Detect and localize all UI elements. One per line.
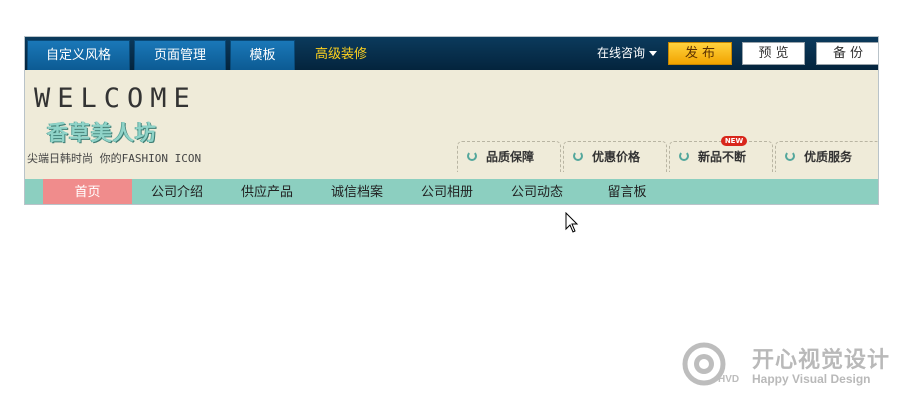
- feature-label: 优惠价格: [592, 150, 641, 164]
- tab-advanced-decoration[interactable]: 高级装修: [301, 40, 381, 70]
- ring-icon: [785, 151, 795, 161]
- nav-item-credit-file[interactable]: 诚信档案: [315, 179, 399, 204]
- ring-icon: [573, 151, 583, 161]
- tab-templates[interactable]: 模板: [230, 40, 295, 70]
- feature-label: 新品不断: [698, 150, 747, 164]
- feature-quality: 品质保障: [457, 141, 561, 172]
- nav-item-company-intro[interactable]: 公司介绍: [135, 179, 219, 204]
- preview-button[interactable]: 预览: [742, 42, 805, 65]
- backup-button[interactable]: 备份: [816, 42, 878, 65]
- shop-editor-frame: 自定义风格 页面管理 模板 高级装修 在线咨询 发布 预览 备份 WELCOME…: [24, 36, 879, 205]
- slogan-text: 尖端日韩时尚 你的FASHION ICON: [27, 152, 202, 165]
- hvd-logo-icon: HVD: [682, 342, 739, 386]
- feature-label: 品质保障: [486, 150, 535, 164]
- nav-item-products[interactable]: 供应产品: [225, 179, 309, 204]
- ring-icon: [679, 151, 689, 161]
- caret-down-icon: [649, 51, 658, 56]
- publish-button[interactable]: 发布: [668, 42, 732, 65]
- editor-toolbar: 自定义风格 页面管理 模板 高级装修 在线咨询 发布 预览 备份: [25, 37, 878, 70]
- tab-custom-style[interactable]: 自定义风格: [27, 40, 130, 70]
- online-consult-label: 在线咨询: [597, 46, 646, 60]
- new-badge: NEW: [721, 136, 747, 146]
- hvd-logo-text: HVD: [718, 374, 739, 385]
- brand-logo-text: 香草美人坊: [47, 121, 157, 145]
- welcome-heading: WELCOME: [34, 83, 197, 114]
- tab-page-management[interactable]: 页面管理: [134, 40, 226, 70]
- watermark-title: 开心视觉设计: [752, 348, 891, 373]
- feature-label: 优质服务: [804, 150, 853, 164]
- feature-service: 优质服务: [775, 141, 878, 172]
- nav-item-guestbook[interactable]: 留言板: [585, 179, 669, 204]
- nav-item-albums[interactable]: 公司相册: [405, 179, 489, 204]
- watermark-subtitle: Happy Visual Design: [752, 372, 871, 386]
- nav-item-home[interactable]: 首页: [43, 179, 132, 204]
- shop-navbar: 首页 公司介绍 供应产品 诚信档案 公司相册 公司动态 留言板: [25, 179, 878, 204]
- nav-item-news[interactable]: 公司动态: [495, 179, 579, 204]
- mouse-cursor-icon: [565, 212, 579, 233]
- online-consult-dropdown[interactable]: 在线咨询: [597, 37, 658, 70]
- feature-discount: 优惠价格: [563, 141, 667, 172]
- ring-icon: [467, 151, 477, 161]
- feature-new-products: 新品不断: [669, 141, 773, 172]
